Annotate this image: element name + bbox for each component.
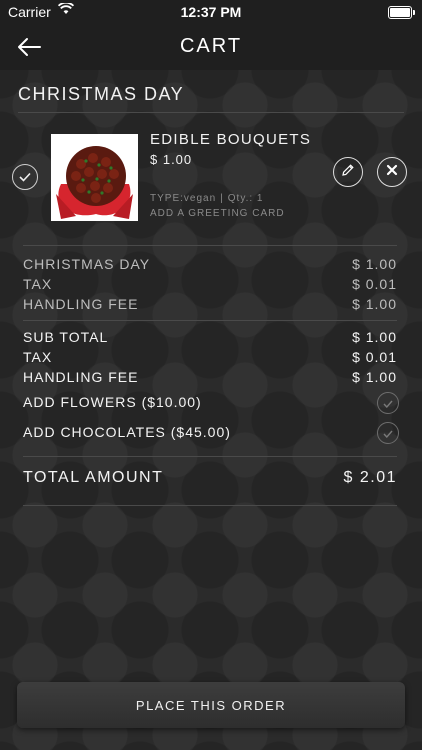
summary-label: TAX — [23, 276, 53, 292]
addon-chocolates-checkbox[interactable] — [377, 422, 399, 444]
order-row: TAX $ 0.01 — [23, 349, 397, 367]
summary-row: HANDLING FEE $ 1.00 — [23, 296, 397, 314]
remove-item-button[interactable] — [377, 157, 407, 187]
edit-item-button[interactable] — [333, 157, 363, 187]
nav-bar: CART — [0, 24, 422, 70]
product-qty: Qty.: 1 — [227, 193, 264, 204]
item-select-checkbox[interactable] — [12, 164, 38, 190]
addon-flowers-label: ADD FLOWERS ($10.00) — [23, 394, 202, 410]
pencil-icon — [341, 163, 355, 182]
total-label: TOTAL AMOUNT — [23, 469, 164, 486]
page-title: CART — [179, 35, 243, 57]
order-label: SUB TOTAL — [23, 329, 109, 345]
divider — [23, 245, 397, 246]
addon-flowers-checkbox[interactable] — [377, 392, 399, 414]
addon-row: ADD CHOCOLATES ($45.00) — [23, 424, 397, 442]
summary-value: $ 1.00 — [352, 296, 397, 312]
divider — [23, 505, 397, 506]
divider — [23, 456, 397, 457]
summary-row: CHRISTMAS DAY $ 1.00 — [23, 256, 397, 274]
summary-label: HANDLING FEE — [23, 296, 139, 312]
close-icon — [386, 163, 398, 181]
summary-value: $ 1.00 — [352, 256, 397, 272]
status-bar: Carrier 12:37 PM — [0, 0, 422, 24]
product-meta: TYPE:vegan | Qty.: 1 — [150, 193, 263, 204]
checkmark-icon — [19, 170, 31, 185]
product-type: TYPE:vegan — [150, 193, 217, 204]
summary-value: $ 0.01 — [352, 276, 397, 292]
clock: 12:37 PM — [180, 4, 242, 20]
order-value: $ 1.00 — [352, 369, 397, 385]
checkmark-icon — [383, 396, 393, 411]
order-row: SUB TOTAL $ 1.00 — [23, 329, 397, 347]
order-value: $ 1.00 — [352, 329, 397, 345]
summary-label: CHRISTMAS DAY — [23, 256, 151, 272]
battery-icon — [388, 6, 415, 19]
checkmark-icon — [383, 426, 393, 441]
order-row: HANDLING FEE $ 1.00 — [23, 369, 397, 387]
product-price: $ 1.00 — [150, 152, 193, 167]
order-label: HANDLING FEE — [23, 369, 139, 385]
product-image — [51, 134, 138, 221]
total-value: $ 2.01 — [343, 469, 397, 486]
order-value: $ 0.01 — [352, 349, 397, 365]
addon-row: ADD FLOWERS ($10.00) — [23, 394, 397, 412]
place-order-button[interactable]: PLACE THIS ORDER — [17, 682, 405, 728]
order-label: TAX — [23, 349, 53, 365]
meta-separator: | — [220, 193, 224, 204]
addon-chocolates-label: ADD CHOCOLATES ($45.00) — [23, 424, 231, 440]
divider — [18, 112, 404, 113]
divider — [23, 320, 397, 321]
summary-row: TAX $ 0.01 — [23, 276, 397, 294]
add-greeting-card-link[interactable]: ADD A GREETING CARD — [150, 208, 285, 219]
section-title: CHRISTMAS DAY — [18, 84, 185, 104]
product-name: EDIBLE BOUQUETS — [150, 131, 312, 148]
